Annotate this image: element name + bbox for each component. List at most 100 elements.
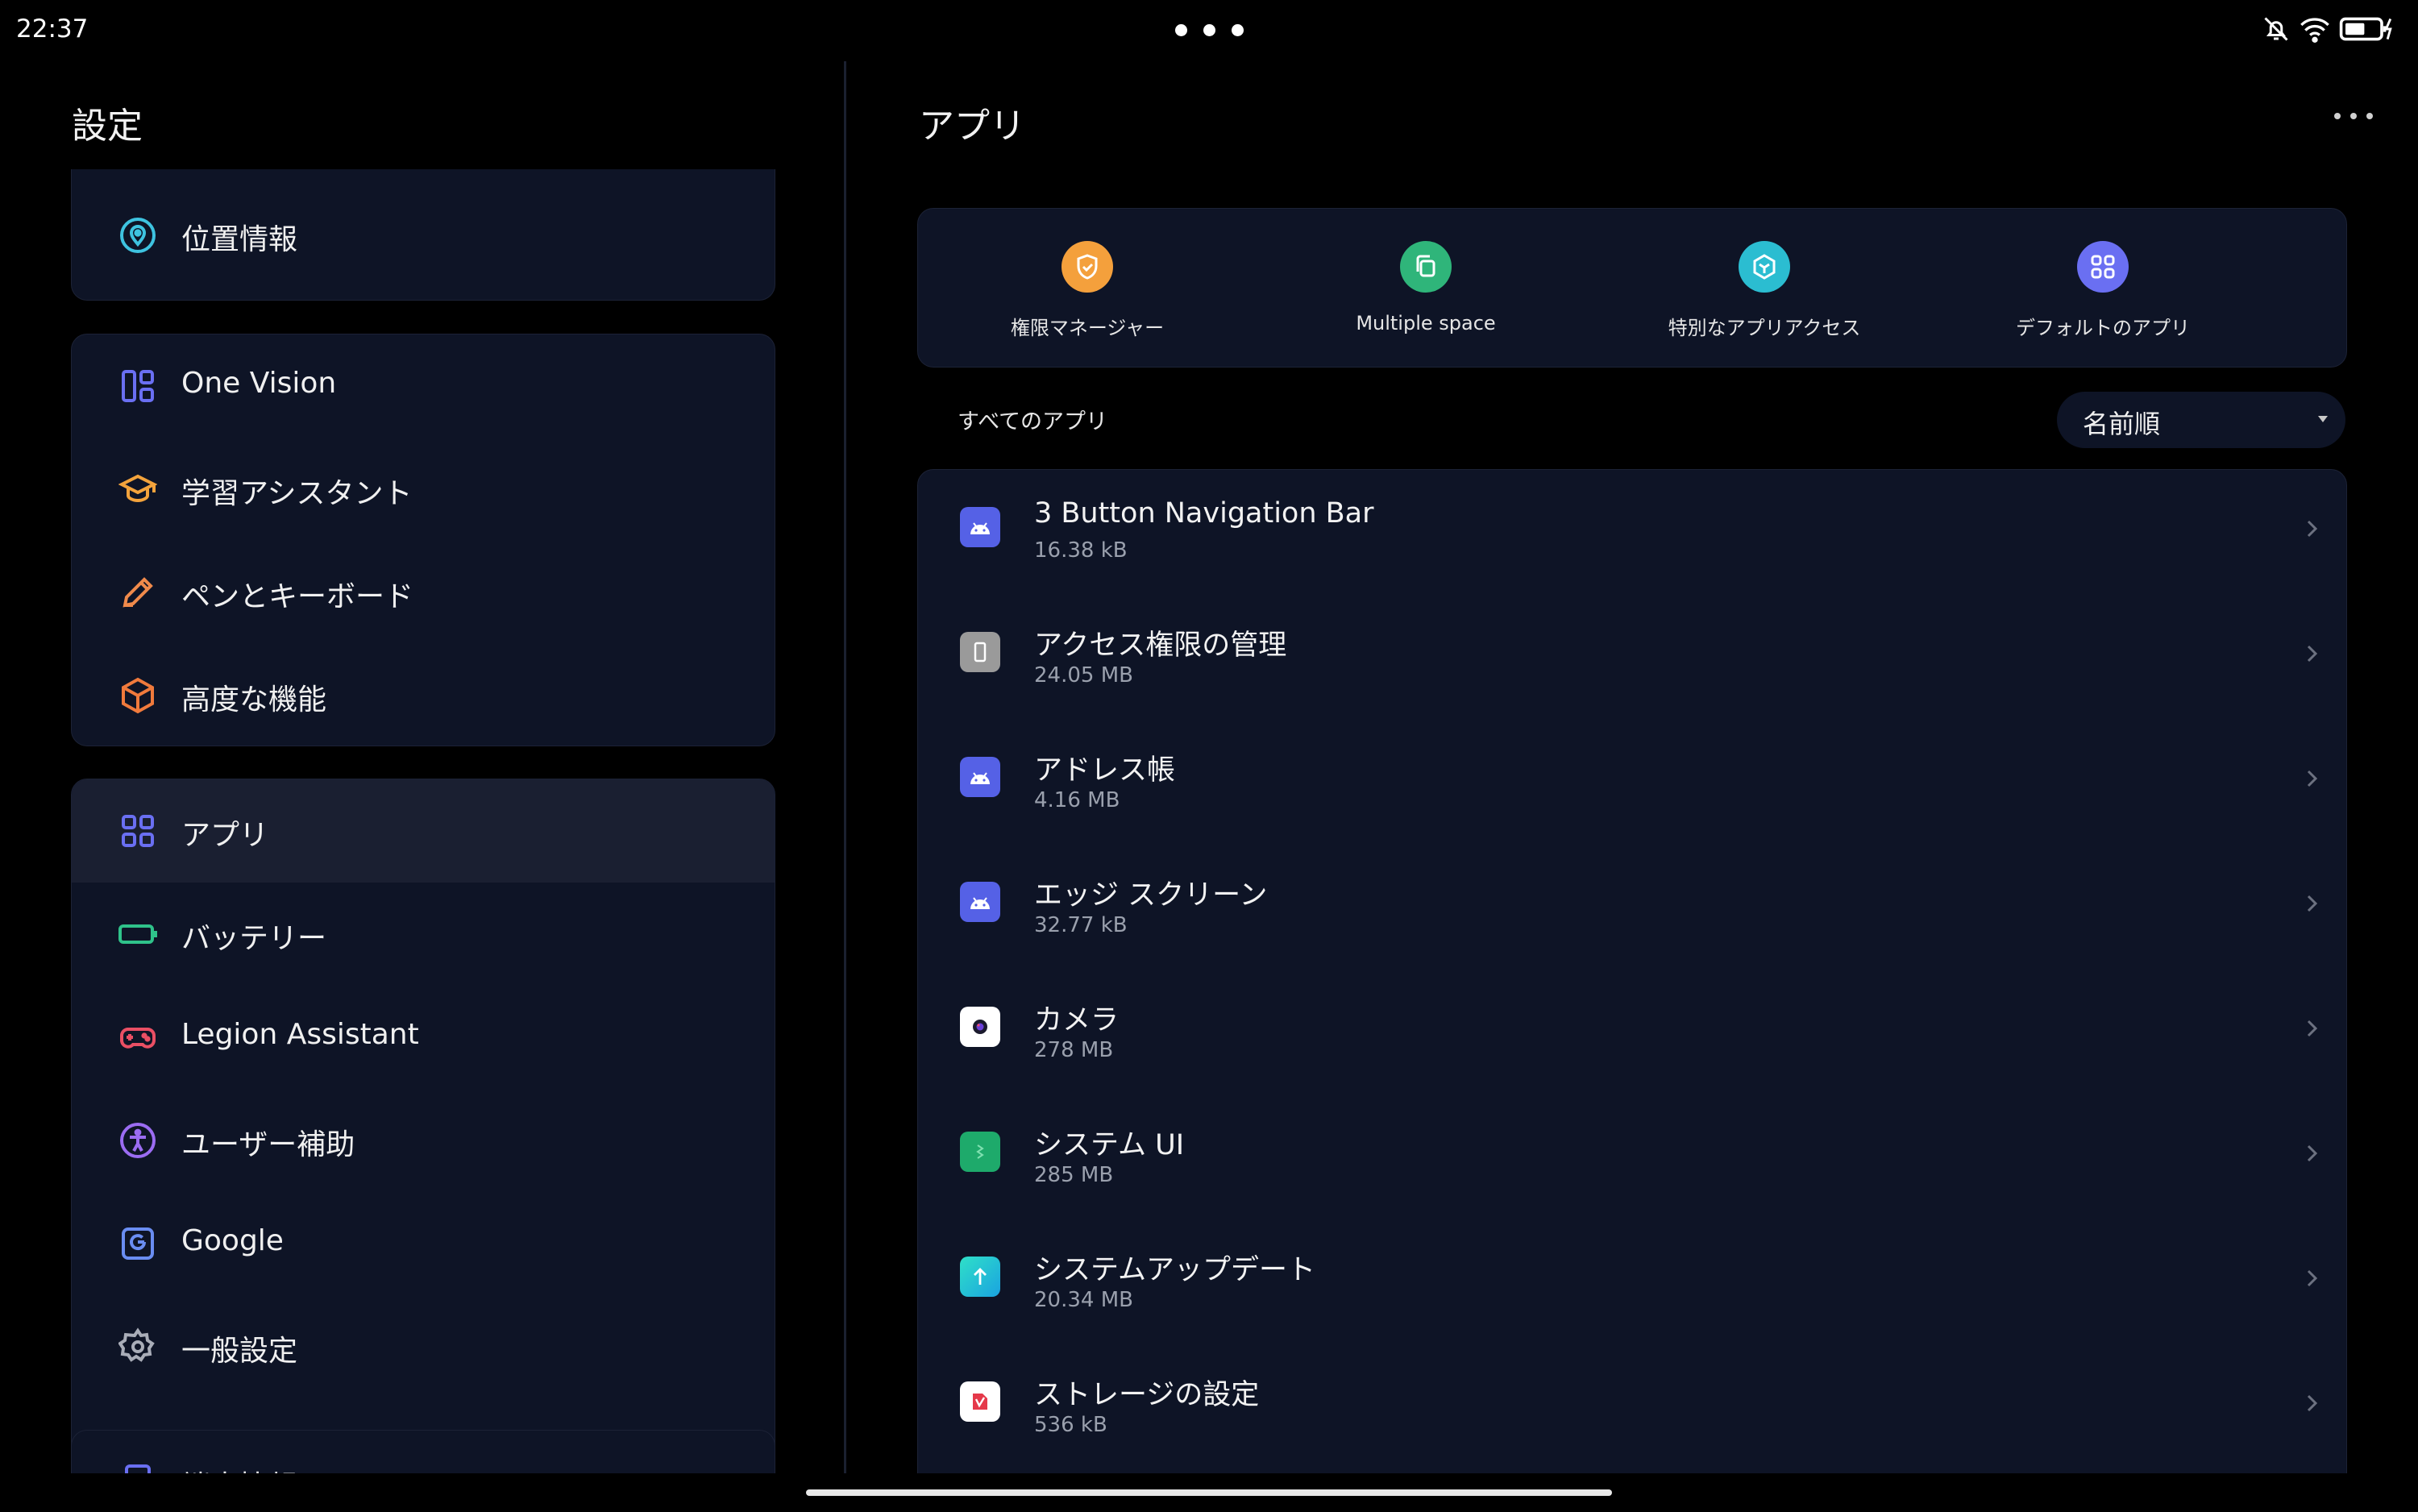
settings-title: 設定 [72,106,143,147]
status-bar: 22:37 [0,0,2418,61]
sidebar-item-location[interactable]: 位置情報 [72,184,775,287]
app-list-item[interactable]: アドレス帳 4.16 MB [918,720,2346,845]
sidebar-item-advanced-features[interactable]: 高度な機能 [72,644,775,746]
android-icon [960,507,1000,547]
settings-group-3: アプリ バッテリー Legion Assistant ユーザー補助 Google [71,779,775,1462]
app-name: システム UI [1034,1129,1185,1161]
shortcut-special-app-access[interactable]: 特別なアプリアクセス [1595,209,1934,367]
sidebar-item-label: ユーザー補助 [181,1128,355,1161]
chevron-right-icon [2307,1020,2318,1037]
sidebar-item-legion-assistant[interactable]: Legion Assistant [72,986,775,1089]
sidebar-item-google[interactable]: Google [72,1192,775,1295]
camera-icon [960,1007,1000,1047]
app-list-item[interactable]: システムアップデート 20.34 MB [918,1219,2346,1344]
sidebar-item-label: Google [181,1224,284,1257]
sidebar-item-device-info[interactable]: 端末情報 [72,1431,775,1473]
accessibility-icon [120,1123,156,1158]
battery-icon [118,924,157,944]
app-size: 285 MB [1034,1163,1114,1187]
settings-group-2: One Vision 学習アシスタント ペンとキーボード 高度な機能 [71,334,775,746]
gear-icon [118,1327,155,1362]
app-list[interactable]: 3 Button Navigation Bar 16.38 kB アクセス権限の… [917,469,2347,1473]
sidebar-item-pen-keyboard[interactable]: ペンとキーボード [72,541,775,644]
graduation-cap-icon [118,474,157,503]
sidebar-item-label: 一般設定 [181,1335,298,1368]
sidebar-item-label: ペンとキーボード [181,580,414,613]
sidebar-item-label: アプリ [181,819,269,852]
app-list-item[interactable]: カメラ 278 MB [918,970,2346,1095]
sidebar-item-label: 端末情報 [181,1463,297,1473]
pen-icon [123,577,153,608]
shortcut-label: 特別なアプリアクセス [1668,317,1861,339]
system-ui-icon [960,1132,1000,1172]
permission-icon [960,632,1000,672]
app-size: 278 MB [1034,1038,1114,1062]
chevron-right-icon [2307,1394,2318,1412]
shortcut-permission-manager[interactable]: 権限マネージャー [918,209,1257,367]
app-list-item[interactable]: アクセス権限の管理 24.05 MB [918,595,2346,720]
shortcut-label: Multiple space [1356,312,1496,334]
settings-group-4: 端末情報 [71,1430,775,1473]
chevron-right-icon [2307,895,2318,912]
settings-sidebar[interactable]: 設定 位置情報 One Vision 学習アシスタント ペンとキーボード 高度な… [0,61,843,1473]
app-name: エッジ スクリーン [1034,879,1268,912]
sidebar-item-one-vision[interactable]: One Vision [72,334,775,438]
app-list-item[interactable]: システム UI 285 MB [918,1095,2346,1219]
sidebar-item-apps[interactable]: アプリ [72,779,775,883]
shortcut-default-apps[interactable]: デフォルトのアプリ [1934,209,2272,367]
copy-icon [1416,255,1435,277]
chevron-right-icon [2307,1269,2318,1287]
location-pin-icon [120,218,156,253]
sidebar-item-accessibility[interactable]: ユーザー補助 [72,1089,775,1192]
device-info-icon [125,1464,151,1473]
storage-icon [960,1381,1000,1422]
android-icon [960,757,1000,797]
sidebar-item-label: One Vision [181,367,337,400]
chevron-right-icon [2307,770,2318,787]
sidebar-item-battery[interactable]: バッテリー [72,883,775,986]
shortcut-label: デフォルトのアプリ [2016,317,2190,339]
bell-off-icon [2264,17,2288,41]
app-name: システムアップデート [1034,1254,1315,1286]
chevron-right-icon [2307,645,2318,663]
all-apps-label: すべてのアプリ [958,409,1108,434]
app-list-item[interactable]: ストレージの設定 536 kB [918,1344,2346,1469]
sidebar-item-label: 位置情報 [181,223,298,256]
one-vision-icon [122,370,154,402]
hexagon-icon [1753,254,1776,280]
shortcut-multiple-space[interactable]: Multiple space [1257,209,1595,367]
app-size: 24.05 MB [1034,663,1133,687]
sort-dropdown[interactable]: 名前順 [2057,392,2345,448]
sidebar-item-label: 学習アシスタント [181,477,413,510]
app-list-item[interactable]: エッジ スクリーン 32.77 kB [918,845,2346,970]
shortcut-label: 権限マネージャー [1010,317,1165,339]
sidebar-item-label: Legion Assistant [181,1018,419,1051]
wifi-icon [2300,18,2329,43]
pane-divider [844,61,846,1473]
more-options-icon[interactable] [2313,92,2394,140]
sidebar-item-label: 高度な機能 [181,683,327,717]
app-list-item[interactable]: 3 Button Navigation Bar 16.38 kB [918,470,2346,595]
google-icon [122,1227,154,1260]
shortcut-icon-bg [1739,241,1790,293]
sidebar-item-label: バッテリー [181,922,327,955]
chevron-right-icon [2307,1144,2318,1162]
apps-grid-icon [122,815,154,847]
page-title: アプリ [919,106,1025,147]
shield-check-icon [1077,254,1098,280]
app-name: ストレージの設定 [1034,1379,1260,1411]
sidebar-item-general-settings[interactable]: 一般設定 [72,1295,775,1398]
sidebar-item-learning-assistant[interactable]: 学習アシスタント [72,438,775,541]
app-size: 536 kB [1034,1413,1107,1437]
multitask-dots[interactable] [1175,24,1244,36]
status-icons [2262,15,2395,44]
apps-grid-icon [2091,255,2115,279]
apps-panel[interactable]: アプリ 権限マネージャー Multiple space 特別なアプリアクセス デ… [879,61,2418,1473]
home-indicator[interactable] [806,1489,1612,1496]
gamepad-icon [120,1028,156,1049]
dropdown-arrow-icon [2318,416,2328,422]
chevron-right-icon [2307,520,2318,538]
shortcut-icon-bg [2077,241,2129,293]
battery-charging-icon [2339,17,2392,41]
app-shortcuts: 権限マネージャー Multiple space 特別なアプリアクセス デフォルト… [917,208,2347,368]
